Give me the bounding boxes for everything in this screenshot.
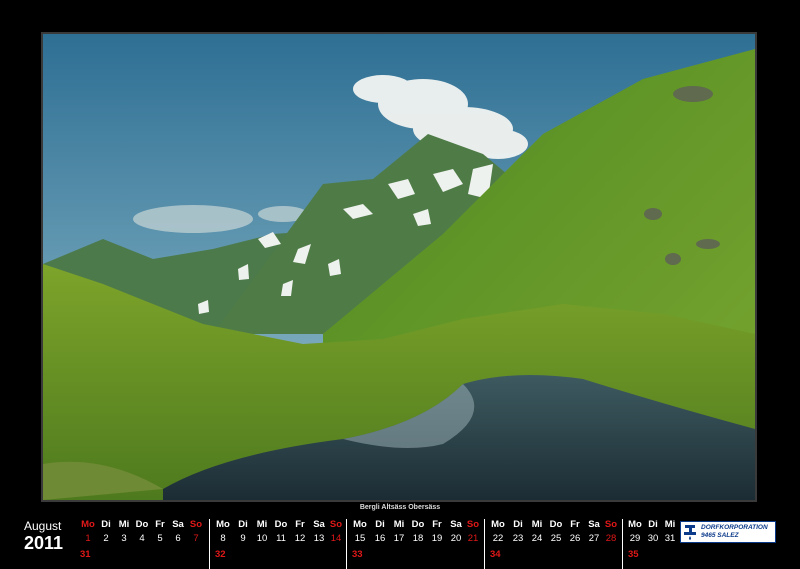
- mountain-lake-image: [43, 34, 755, 500]
- day-header: Fr: [155, 519, 165, 530]
- day-number: 8: [220, 533, 226, 544]
- day-header: Mi: [256, 519, 268, 530]
- day-header: Do: [135, 519, 149, 530]
- day-number: 23: [512, 533, 524, 544]
- day-header: Mo: [216, 519, 230, 530]
- day-header: Fr: [295, 519, 305, 530]
- day-number: 19: [431, 533, 443, 544]
- day-number: 6: [175, 533, 181, 544]
- day-header: Mo: [491, 519, 505, 530]
- week-number: 35: [628, 549, 639, 560]
- calendar-week-34: Mo Di Mi Do Fr Sa So 22 23 24 25 26 27 2…: [484, 519, 621, 569]
- day-header: Do: [411, 519, 425, 530]
- day-header-sunday: So: [604, 519, 618, 530]
- day-header: Di: [101, 519, 111, 530]
- day-number: 15: [354, 533, 366, 544]
- week-number: 34: [490, 549, 501, 560]
- day-number-sunday: 7: [193, 533, 199, 544]
- week-number: 32: [215, 549, 226, 560]
- calendar-week-33: Mo Di Mi Do Fr Sa So 15 16 17 18 19 20 2…: [346, 519, 483, 569]
- day-number: 22: [492, 533, 504, 544]
- calendar-week-32: Mo Di Mi Do Fr Sa So 8 9 10 11 12 13 14 …: [209, 519, 346, 569]
- day-header: Fr: [570, 519, 580, 530]
- day-number: 29: [629, 533, 641, 544]
- day-number: 16: [374, 533, 386, 544]
- day-number: 5: [157, 533, 163, 544]
- day-number-sunday: 28: [605, 533, 617, 544]
- day-header: Mi: [664, 519, 676, 530]
- day-header: Fr: [432, 519, 442, 530]
- calendar-week-35: Mo Di Mi 29 30 31 35: [622, 519, 679, 569]
- day-number: 17: [393, 533, 405, 544]
- day-number-sunday: 21: [467, 533, 479, 544]
- day-number-sunday: 14: [330, 533, 342, 544]
- day-header: Di: [238, 519, 248, 530]
- month-name: August: [24, 519, 62, 533]
- week-number: 33: [352, 549, 363, 560]
- day-number: 31: [664, 533, 676, 544]
- day-header: Sa: [172, 519, 184, 530]
- day-header-sunday: So: [466, 519, 480, 530]
- day-header: Do: [274, 519, 288, 530]
- day-header: Mo: [81, 519, 95, 530]
- day-header-sunday: So: [329, 519, 343, 530]
- logo-line-2: 9465 SALEZ: [701, 532, 739, 539]
- water-tap-icon: [684, 525, 696, 540]
- landscape-photo: [41, 32, 757, 502]
- day-number: 9: [240, 533, 246, 544]
- day-number: 2: [103, 533, 109, 544]
- day-number: 3: [121, 533, 127, 544]
- logo-line-1: DORFKORPORATION: [701, 524, 768, 531]
- day-header: Mi: [118, 519, 130, 530]
- day-header: Mo: [628, 519, 642, 530]
- day-header: Mo: [353, 519, 367, 530]
- photo-caption: Bergli Altsäss Obersäss: [359, 504, 441, 511]
- day-number: 1: [85, 533, 91, 544]
- week-number: 31: [80, 549, 91, 560]
- day-number: 10: [256, 533, 268, 544]
- day-number: 24: [531, 533, 543, 544]
- day-header: Mi: [393, 519, 405, 530]
- day-header: Mi: [531, 519, 543, 530]
- day-number: 26: [569, 533, 581, 544]
- day-number: 25: [550, 533, 562, 544]
- day-header-sunday: So: [189, 519, 203, 530]
- calendar-week-31b: Di Mi Do Fr Sa So 2 3 4 5 6 7: [96, 519, 208, 569]
- day-number: 12: [294, 533, 306, 544]
- day-number: 11: [276, 533, 286, 544]
- year-label: 2011: [24, 533, 64, 553]
- day-number: 18: [412, 533, 424, 544]
- dorfkorporation-logo: DORFKORPORATION 9465 SALEZ: [680, 521, 776, 543]
- day-header: Do: [549, 519, 563, 530]
- day-header: Di: [513, 519, 523, 530]
- day-number: 4: [139, 533, 145, 544]
- day-header: Di: [375, 519, 385, 530]
